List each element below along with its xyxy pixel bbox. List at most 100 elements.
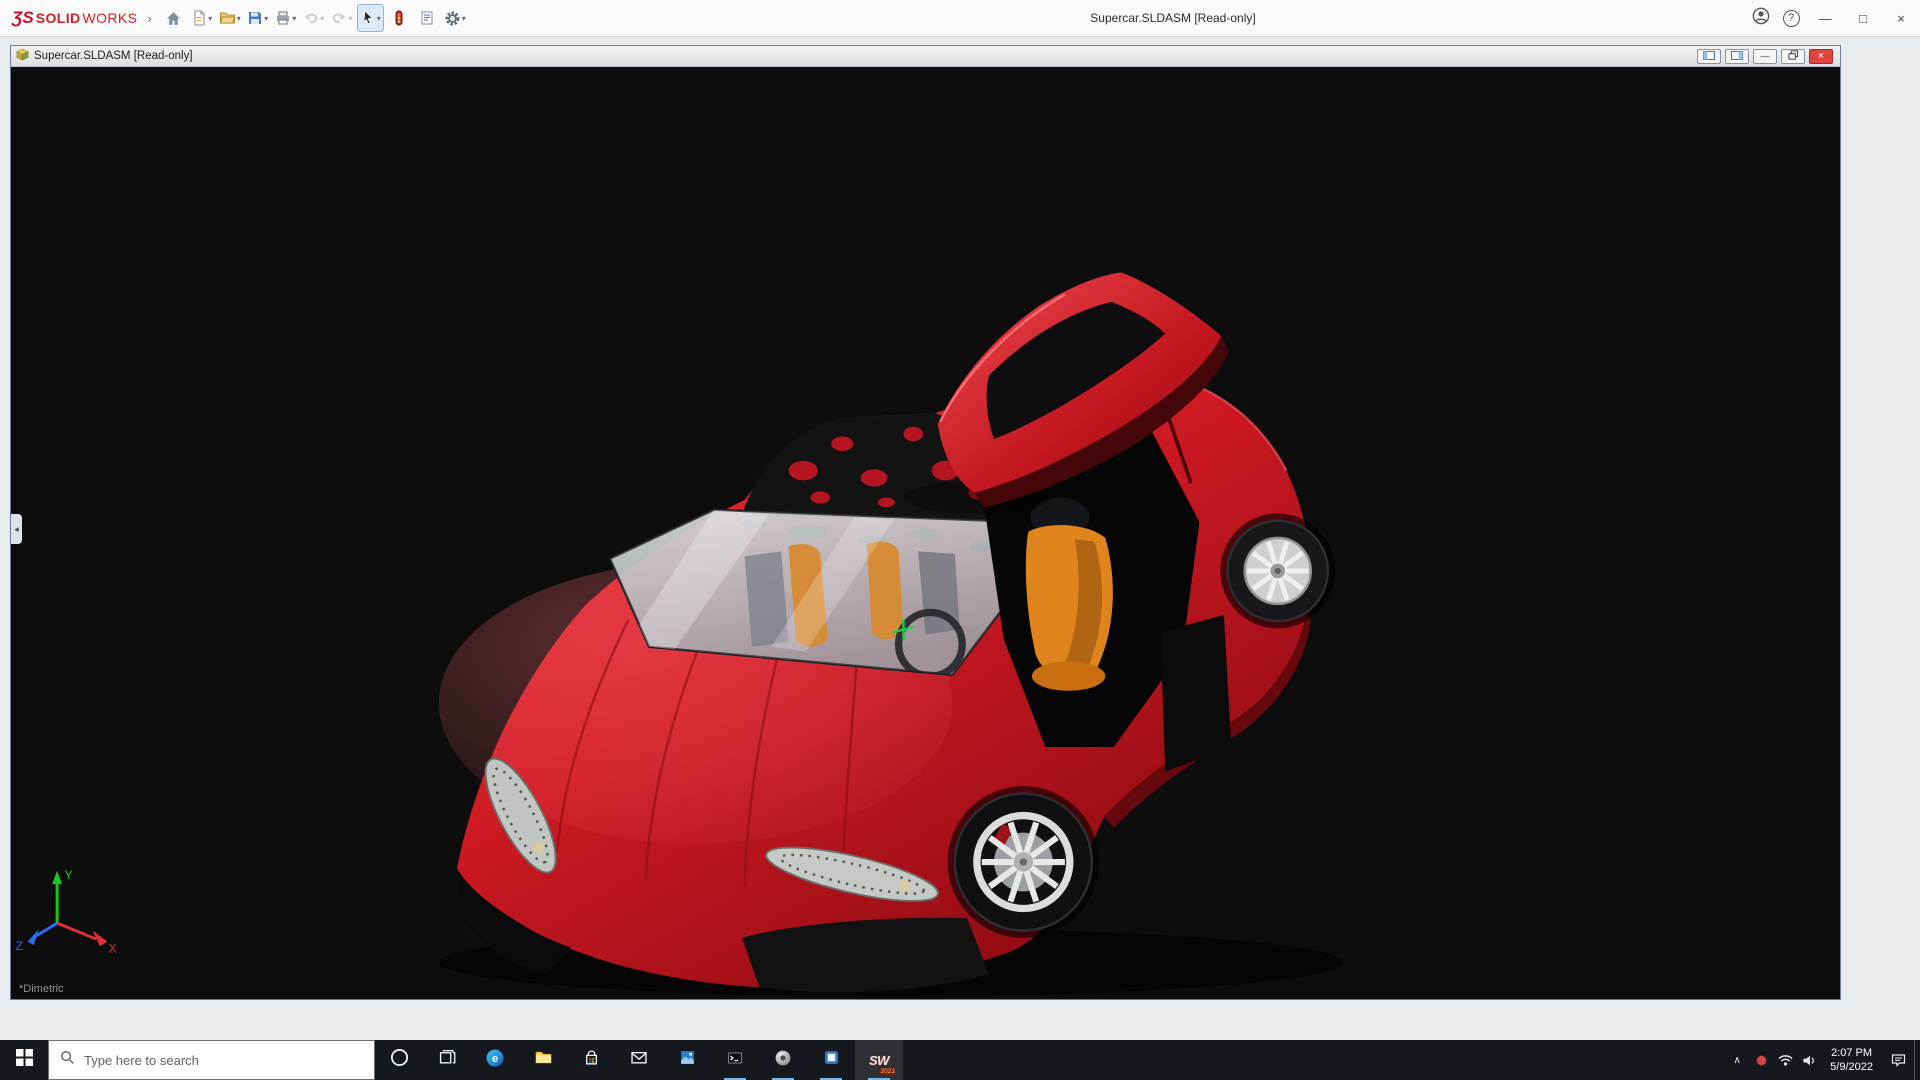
solidworks-app-icon: SW 2021 bbox=[866, 1047, 892, 1073]
featuremanager-collapse-tab[interactable]: ◂ bbox=[11, 514, 22, 544]
save-icon bbox=[247, 10, 263, 26]
help-icon: ? bbox=[1783, 10, 1800, 27]
previous-window-button[interactable] bbox=[1697, 49, 1721, 64]
dropdown-caret-icon[interactable]: ▾ bbox=[237, 14, 241, 23]
open-button[interactable]: ▾ bbox=[217, 4, 243, 32]
search-input[interactable] bbox=[84, 1053, 363, 1068]
taskbar-app-mail[interactable] bbox=[615, 1040, 663, 1080]
supercar-model[interactable]: Y X Z bbox=[11, 67, 1840, 999]
brand-works: WORKS bbox=[83, 10, 138, 26]
dropdown-caret-icon[interactable]: ▾ bbox=[377, 14, 381, 23]
next-window-icon bbox=[1731, 51, 1743, 62]
doc-minimize-button[interactable]: — bbox=[1753, 49, 1777, 64]
account-button[interactable] bbox=[1746, 0, 1776, 36]
triad-z-label: Z bbox=[16, 939, 24, 953]
options-button[interactable]: ▾ bbox=[442, 4, 468, 32]
cad-viewer-sphere-icon bbox=[774, 1049, 792, 1072]
start-button[interactable] bbox=[0, 1040, 48, 1080]
open-folder-icon bbox=[219, 10, 236, 26]
taskbar-app-cad-viewer[interactable] bbox=[759, 1040, 807, 1080]
graphics-area[interactable]: Y X Z ◂ *Dimetric bbox=[11, 67, 1840, 999]
rebuild-traffic-light-icon bbox=[391, 10, 407, 26]
taskbar-app-task-view[interactable] bbox=[423, 1040, 471, 1080]
front-wheel[interactable] bbox=[948, 786, 1100, 938]
taskbar-app-file-explorer[interactable] bbox=[519, 1040, 567, 1080]
new-document-icon bbox=[191, 10, 207, 26]
maximize-button[interactable]: □ bbox=[1844, 0, 1882, 36]
app-window-controls: ? — □ × bbox=[1746, 0, 1920, 36]
windows-taskbar: e SW 2021 ∧ bbox=[0, 1040, 1920, 1080]
assembly-icon bbox=[16, 48, 29, 64]
document-titlebar[interactable]: Supercar.SLDASM [Read-only] — × bbox=[11, 46, 1840, 67]
dropdown-caret-icon[interactable]: ▾ bbox=[292, 14, 296, 23]
mail-envelope-icon bbox=[630, 1050, 648, 1070]
minimize-button[interactable]: — bbox=[1806, 0, 1844, 36]
blue-app-icon bbox=[823, 1049, 840, 1071]
select-button[interactable]: ▾ bbox=[357, 4, 384, 32]
view-orientation-label: *Dimetric bbox=[19, 983, 64, 995]
rear-wheel[interactable] bbox=[1220, 513, 1335, 628]
file-properties-icon bbox=[419, 10, 435, 26]
quick-access-toolbar: ▾ ▾ ▾ ▾ ▾ ▾ ▾ bbox=[160, 0, 469, 36]
file-properties-button[interactable] bbox=[414, 4, 440, 32]
taskbar-app-photos[interactable] bbox=[663, 1040, 711, 1080]
task-view-icon bbox=[439, 1049, 456, 1071]
photos-icon bbox=[679, 1049, 696, 1071]
document-window-controls: — × bbox=[1697, 49, 1835, 64]
edge-browser-icon: e bbox=[485, 1048, 505, 1073]
restore-down-icon bbox=[1788, 50, 1799, 63]
dropdown-caret-icon[interactable]: ▾ bbox=[264, 14, 268, 23]
desktop: ƷS SOLID WORKS › ▾ ▾ ▾ ▾ bbox=[0, 0, 1920, 1080]
app-title: Supercar.SLDASM [Read-only] bbox=[1090, 11, 1255, 25]
store-bag-icon bbox=[583, 1049, 600, 1071]
save-button[interactable]: ▾ bbox=[245, 4, 271, 32]
select-cursor-icon bbox=[360, 10, 376, 26]
home-button[interactable] bbox=[161, 4, 187, 32]
tray-status-icon[interactable] bbox=[1749, 1040, 1773, 1080]
dropdown-caret-icon[interactable]: ▾ bbox=[320, 14, 324, 23]
brand-solid: SOLID bbox=[36, 10, 81, 26]
dropdown-caret-icon[interactable]: ▾ bbox=[348, 14, 352, 23]
home-icon bbox=[165, 10, 182, 27]
undo-button[interactable]: ▾ bbox=[301, 4, 327, 32]
print-icon bbox=[275, 10, 291, 26]
hidden-icons-chevron[interactable]: ∧ bbox=[1725, 1040, 1749, 1080]
show-desktop-button[interactable] bbox=[1914, 1040, 1920, 1080]
next-window-button[interactable] bbox=[1725, 49, 1749, 64]
toolbar-expand-chevron-icon[interactable]: › bbox=[147, 11, 151, 26]
terminal-icon bbox=[726, 1050, 744, 1071]
print-button[interactable]: ▾ bbox=[273, 4, 299, 32]
undo-icon bbox=[303, 10, 319, 26]
taskbar-app-store[interactable] bbox=[567, 1040, 615, 1080]
volume-icon[interactable] bbox=[1797, 1040, 1821, 1080]
collapse-left-icon: ◂ bbox=[14, 524, 19, 535]
previous-window-icon bbox=[1703, 51, 1715, 62]
taskbar-app-edge[interactable]: e bbox=[471, 1040, 519, 1080]
gear-icon bbox=[444, 10, 461, 27]
network-icon[interactable] bbox=[1773, 1040, 1797, 1080]
svg-text:e: e bbox=[492, 1053, 498, 1065]
close-button[interactable]: × bbox=[1882, 0, 1920, 36]
new-document-button[interactable]: ▾ bbox=[189, 4, 215, 32]
dropdown-caret-icon[interactable]: ▾ bbox=[462, 14, 466, 23]
triad-x-label: X bbox=[108, 942, 116, 956]
taskbar-app-terminal[interactable] bbox=[711, 1040, 759, 1080]
taskbar-search[interactable] bbox=[48, 1040, 375, 1080]
ds-logo-mark: ƷS bbox=[12, 8, 34, 28]
document-window: Supercar.SLDASM [Read-only] — × bbox=[10, 45, 1841, 1000]
taskbar-app-blue[interactable] bbox=[807, 1040, 855, 1080]
taskbar-app-solidworks[interactable]: SW 2021 bbox=[855, 1040, 903, 1080]
solidworks-logo: ƷS SOLID WORKS bbox=[12, 8, 137, 28]
doc-close-button[interactable]: × bbox=[1809, 49, 1833, 64]
taskbar-app-cortana[interactable] bbox=[375, 1040, 423, 1080]
action-center-button[interactable] bbox=[1882, 1040, 1914, 1080]
app-titlebar: ƷS SOLID WORKS › ▾ ▾ ▾ ▾ bbox=[0, 0, 1920, 37]
dropdown-caret-icon[interactable]: ▾ bbox=[208, 14, 212, 23]
system-tray: ∧ 2:07 PM 5/9/2022 bbox=[1725, 1040, 1920, 1080]
redo-button[interactable]: ▾ bbox=[329, 4, 355, 32]
doc-restore-button[interactable] bbox=[1781, 49, 1805, 64]
taskbar-clock[interactable]: 2:07 PM 5/9/2022 bbox=[1821, 1046, 1882, 1075]
rebuild-button[interactable] bbox=[386, 4, 412, 32]
clock-time: 2:07 PM bbox=[1831, 1046, 1872, 1060]
help-button[interactable]: ? bbox=[1776, 0, 1806, 36]
